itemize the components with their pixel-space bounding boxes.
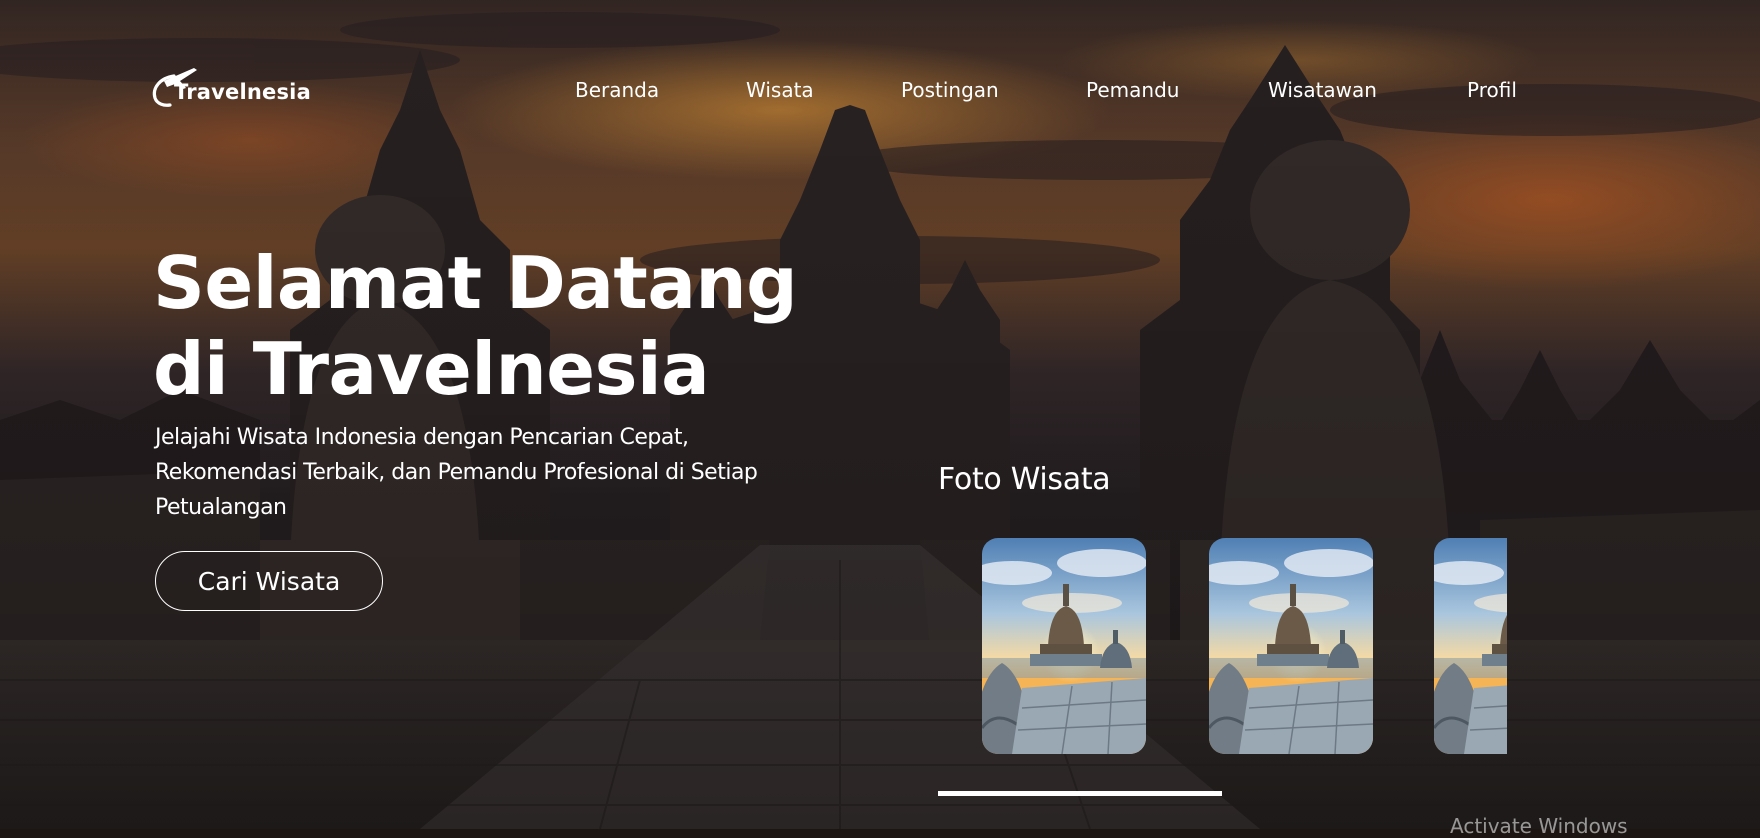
hero-title-line1: Selamat Datang	[153, 241, 798, 325]
photo-card[interactable]	[1209, 538, 1373, 754]
hero-subtitle: Jelajahi Wisata Indonesia dengan Pencari…	[155, 420, 855, 525]
gallery-title: Foto Wisata	[938, 462, 1111, 497]
carousel-scroll-indicator[interactable]	[938, 791, 1222, 796]
photo-carousel[interactable]	[982, 538, 1507, 756]
nav-item-profil[interactable]: Profil	[1467, 78, 1517, 102]
hero-title-line2: di Travelnesia	[153, 327, 710, 411]
nav-item-beranda[interactable]: Beranda	[575, 78, 659, 102]
borobudur-photo	[1209, 538, 1373, 754]
photo-card[interactable]	[1434, 538, 1507, 754]
nav-item-pemandu[interactable]: Pemandu	[1086, 78, 1179, 102]
borobudur-photo	[982, 538, 1146, 754]
hero-subtitle-line3: Petualangan	[155, 495, 287, 520]
activate-windows-watermark: Activate Windows	[1450, 814, 1628, 838]
airplane-swoosh-icon	[152, 68, 197, 107]
nav-item-wisata[interactable]: Wisata	[746, 78, 814, 102]
hero-subtitle-line1: Jelajahi Wisata Indonesia dengan Pencari…	[155, 425, 689, 450]
cari-wisata-button[interactable]: Cari Wisata	[155, 551, 383, 611]
photo-card[interactable]	[982, 538, 1146, 754]
brand-logo[interactable]: Travelnesia	[150, 64, 311, 110]
hero-subtitle-line2: Rekomendasi Terbaik, dan Pemandu Profesi…	[155, 460, 758, 485]
hero-title: Selamat Datang di Travelnesia	[153, 240, 798, 412]
nav-item-postingan[interactable]: Postingan	[901, 78, 999, 102]
borobudur-photo	[1434, 538, 1507, 754]
nav-item-wisatawan[interactable]: Wisatawan	[1268, 78, 1377, 102]
